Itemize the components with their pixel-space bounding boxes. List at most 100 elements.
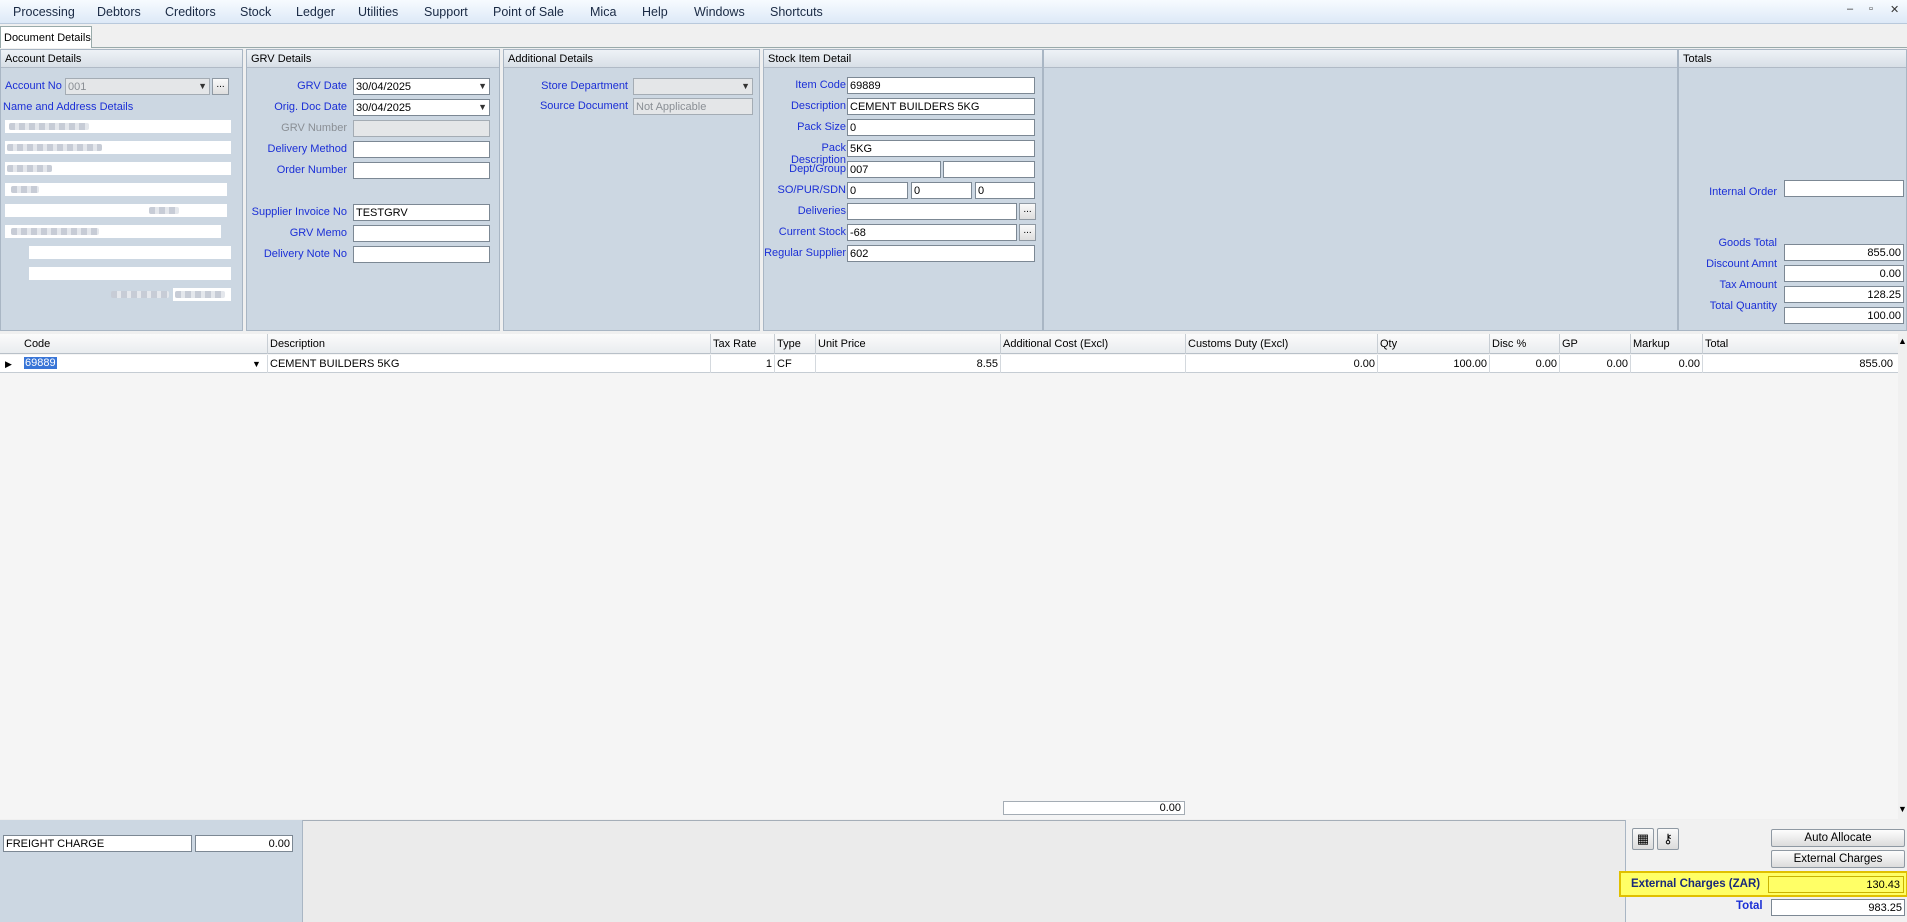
account-no-select[interactable]: 001 ▼ [65,78,210,95]
discount-amount-field: 0.00 [1784,265,1904,282]
dept-field[interactable]: 007 [847,161,941,178]
so-field[interactable]: 0 [847,182,908,199]
tab-strip: Document Details [0,24,1907,48]
internal-order-field[interactable] [1784,180,1904,197]
orig-doc-date-picker[interactable]: 30/04/2025 ▼ [353,99,490,116]
tab-document-details[interactable]: Document Details [0,26,92,48]
menu-stock[interactable]: Stock [240,5,271,19]
regular-supplier-field[interactable]: 602 [847,245,1035,262]
totals-panel: Totals Internal Order Goods Total 855.00… [1678,49,1907,331]
source-document-label: Source Document [539,100,628,112]
row-qty[interactable]: 100.00 [1380,358,1487,370]
menu-help[interactable]: Help [642,5,668,19]
deliveries-lookup-button[interactable]: ... [1019,203,1036,220]
order-number-field[interactable] [353,162,490,179]
group-field[interactable] [943,161,1035,178]
table-row[interactable]: ▶ 69889 ▼ CEMENT BUILDERS 5KG 1 CF 8.55 … [0,355,1898,373]
current-stock-label: Current Stock [778,226,846,238]
menu-windows[interactable]: Windows [694,5,745,19]
row-gp[interactable]: 0.00 [1562,358,1628,370]
deliveries-field[interactable] [847,203,1017,220]
row-customs-duty[interactable]: 0.00 [1188,358,1375,370]
current-stock-lookup-button[interactable]: ... [1019,224,1036,241]
pur-field[interactable]: 0 [911,182,972,199]
menu-point-of-sale[interactable]: Point of Sale [493,5,564,19]
key-icon[interactable]: ⚷ [1657,828,1679,850]
panel-header: GRV Details [247,50,499,68]
total-quantity-field: 100.00 [1784,307,1904,324]
calculator-icon[interactable]: ▦ [1632,828,1654,850]
menu-utilities[interactable]: Utilities [358,5,398,19]
col-type[interactable]: Type [777,338,801,350]
row-total[interactable]: 855.00 [1705,358,1893,370]
delivery-note-label: Delivery Note No [263,248,347,260]
grv-number-label: GRV Number [281,122,347,134]
col-description[interactable]: Description [270,338,325,350]
row-disc[interactable]: 0.00 [1492,358,1557,370]
sdn-field[interactable]: 0 [975,182,1035,199]
delivery-method-field[interactable] [353,141,490,158]
row-unit-price[interactable]: 8.55 [818,358,998,370]
row-tax-rate[interactable]: 1 [713,358,772,370]
chevron-up-icon[interactable]: ▲ [1898,336,1907,346]
pack-size-field[interactable]: 0 [847,119,1035,136]
chevron-down-icon[interactable]: ▼ [252,359,261,369]
pack-description-field[interactable]: 5KG [847,140,1035,157]
freight-charge-value[interactable]: 0.00 [195,835,293,852]
col-customs-duty[interactable]: Customs Duty (Excl) [1188,338,1288,350]
col-disc[interactable]: Disc % [1492,338,1526,350]
chevron-down-icon[interactable]: ▼ [1898,804,1907,814]
chevron-down-icon: ▼ [741,81,750,91]
external-charges-label: External Charges (ZAR) [1631,878,1761,890]
grv-memo-field[interactable] [353,225,490,242]
freight-charge-field[interactable]: FREIGHT CHARGE [3,835,192,852]
deliveries-label: Deliveries [797,205,846,217]
line-items-grid [0,334,1907,819]
menu-creditors[interactable]: Creditors [165,5,216,19]
col-total[interactable]: Total [1705,338,1728,350]
col-markup[interactable]: Markup [1633,338,1670,350]
panel-header: Additional Details [504,50,759,68]
col-additional-cost[interactable]: Additional Cost (Excl) [1003,338,1108,350]
col-gp[interactable]: GP [1562,338,1578,350]
chevron-down-icon: ▼ [478,102,487,112]
delivery-note-field[interactable] [353,246,490,263]
description-field[interactable]: CEMENT BUILDERS 5KG [847,98,1035,115]
menu-bar: Processing Debtors Creditors Stock Ledge… [0,0,1907,24]
row-type[interactable]: CF [777,358,792,370]
store-department-select[interactable]: ▼ [633,78,753,95]
col-code[interactable]: Code [24,338,50,350]
minimize-icon[interactable]: – [1847,3,1853,15]
external-charges-panel: ▦ ⚷ Auto Allocate External Charges Exter… [1619,820,1907,922]
panel-header: Stock Item Detail [764,50,1042,68]
col-unit-price[interactable]: Unit Price [818,338,866,350]
col-tax-rate[interactable]: Tax Rate [713,338,756,350]
tax-amount-label: Tax Amount [1719,279,1777,291]
grv-date-picker[interactable]: 30/04/2025 ▼ [353,78,490,95]
external-charges-value: 130.43 [1768,876,1904,893]
account-lookup-button[interactable]: ... [212,78,229,95]
menu-debtors[interactable]: Debtors [97,5,141,19]
menu-support[interactable]: Support [424,5,468,19]
auto-allocate-button[interactable]: Auto Allocate [1771,829,1905,847]
row-description[interactable]: CEMENT BUILDERS 5KG [270,358,399,370]
menu-processing[interactable]: Processing [13,5,75,19]
current-stock-field[interactable]: -68 [847,224,1017,241]
item-code-field[interactable]: 69889 [847,77,1035,94]
grv-details-panel: GRV Details GRV Date 30/04/2025 ▼ Orig. D… [246,49,500,331]
menu-ledger[interactable]: Ledger [296,5,335,19]
external-charges-button[interactable]: External Charges [1771,850,1905,868]
row-code[interactable]: 69889 [24,357,57,369]
vertical-scrollbar[interactable]: ▲ ▼ [1898,334,1907,819]
close-icon[interactable]: ✕ [1890,3,1899,16]
col-qty[interactable]: Qty [1380,338,1397,350]
goods-total-field: 855.00 [1784,244,1904,261]
menu-mica[interactable]: Mica [590,5,616,19]
supplier-invoice-field[interactable]: TESTGRV [353,204,490,221]
item-code-label: Item Code [795,79,846,91]
menu-shortcuts[interactable]: Shortcuts [770,5,823,19]
restore-icon[interactable]: ▫ [1869,3,1873,15]
row-markup[interactable]: 0.00 [1633,358,1700,370]
total-quantity-label: Total Quantity [1709,300,1777,312]
store-department-label: Store Department [541,80,628,92]
